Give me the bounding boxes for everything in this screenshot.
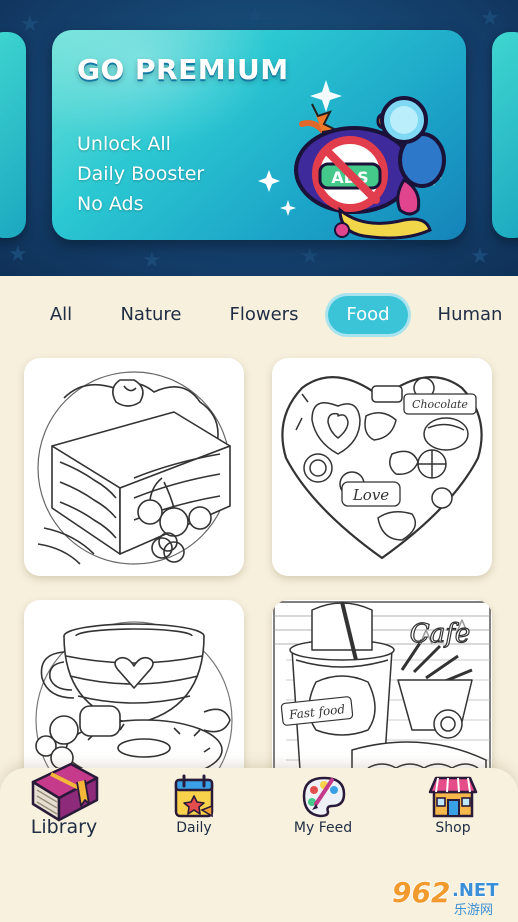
premium-banner-area: ★ ★ ★ ★ ★ ★ ★ GO PREMIUM Unlock All Dail… (0, 0, 518, 276)
background-star-icon: ★ (142, 248, 162, 273)
book-icon (31, 762, 99, 822)
site-watermark-logo: 962 .NET 乐游网 (391, 875, 500, 918)
cake-slice-coloring-page (37, 371, 231, 565)
nav-my-feed[interactable]: My Feed (263, 768, 383, 858)
background-star-icon: ★ (245, 4, 265, 29)
no-ads-bomb-icon: ADS (258, 80, 446, 240)
promo-feature-unlock-all: Unlock All (77, 133, 171, 155)
calendar-icon (174, 774, 214, 818)
nav-daily[interactable]: Daily (134, 768, 254, 858)
cafe-label: Cafe (410, 619, 470, 649)
watermark-number: 962 (392, 876, 450, 909)
tab-nature[interactable]: Nature (110, 296, 192, 334)
category-tabs: All Nature Flowers Food Human (0, 276, 518, 352)
tab-flowers[interactable]: Flowers (218, 296, 310, 334)
tab-food[interactable]: Food (328, 296, 408, 334)
background-star-icon: ★ (8, 242, 28, 267)
shop-icon (428, 776, 478, 818)
coloring-card-sweets-heart[interactable]: Chocolate Love (272, 358, 492, 576)
nav-daily-label: Daily (176, 820, 212, 836)
background-star-icon: ★ (470, 244, 490, 269)
promo-feature-no-ads: No Ads (77, 193, 144, 215)
nav-shop[interactable]: Shop (393, 768, 513, 858)
chocolate-label: Chocolate (412, 398, 468, 411)
coloring-card-cake[interactable] (24, 358, 244, 576)
love-label: Love (352, 486, 389, 504)
nav-library[interactable]: Library (4, 762, 124, 858)
background-star-icon: ★ (480, 6, 500, 31)
background-star-icon: ★ (300, 244, 320, 269)
previous-banner-card[interactable] (0, 32, 26, 238)
tab-human[interactable]: Human (430, 296, 510, 334)
watermark-domain: .NET (452, 880, 499, 901)
nav-library-label: Library (30, 816, 98, 838)
nav-shop-label: Shop (435, 820, 471, 836)
sweets-heart-coloring-page: Chocolate Love (281, 376, 483, 560)
watermark-site-name: 乐游网 (454, 903, 493, 918)
tab-all[interactable]: All (36, 296, 86, 334)
promo-feature-daily-booster: Daily Booster (77, 163, 205, 185)
nav-my-feed-label: My Feed (293, 820, 353, 836)
next-banner-card[interactable] (492, 32, 518, 238)
background-star-icon: ★ (20, 12, 40, 37)
go-premium-card[interactable]: GO PREMIUM Unlock All Daily Booster No A… (52, 30, 466, 240)
palette-icon (302, 776, 346, 818)
